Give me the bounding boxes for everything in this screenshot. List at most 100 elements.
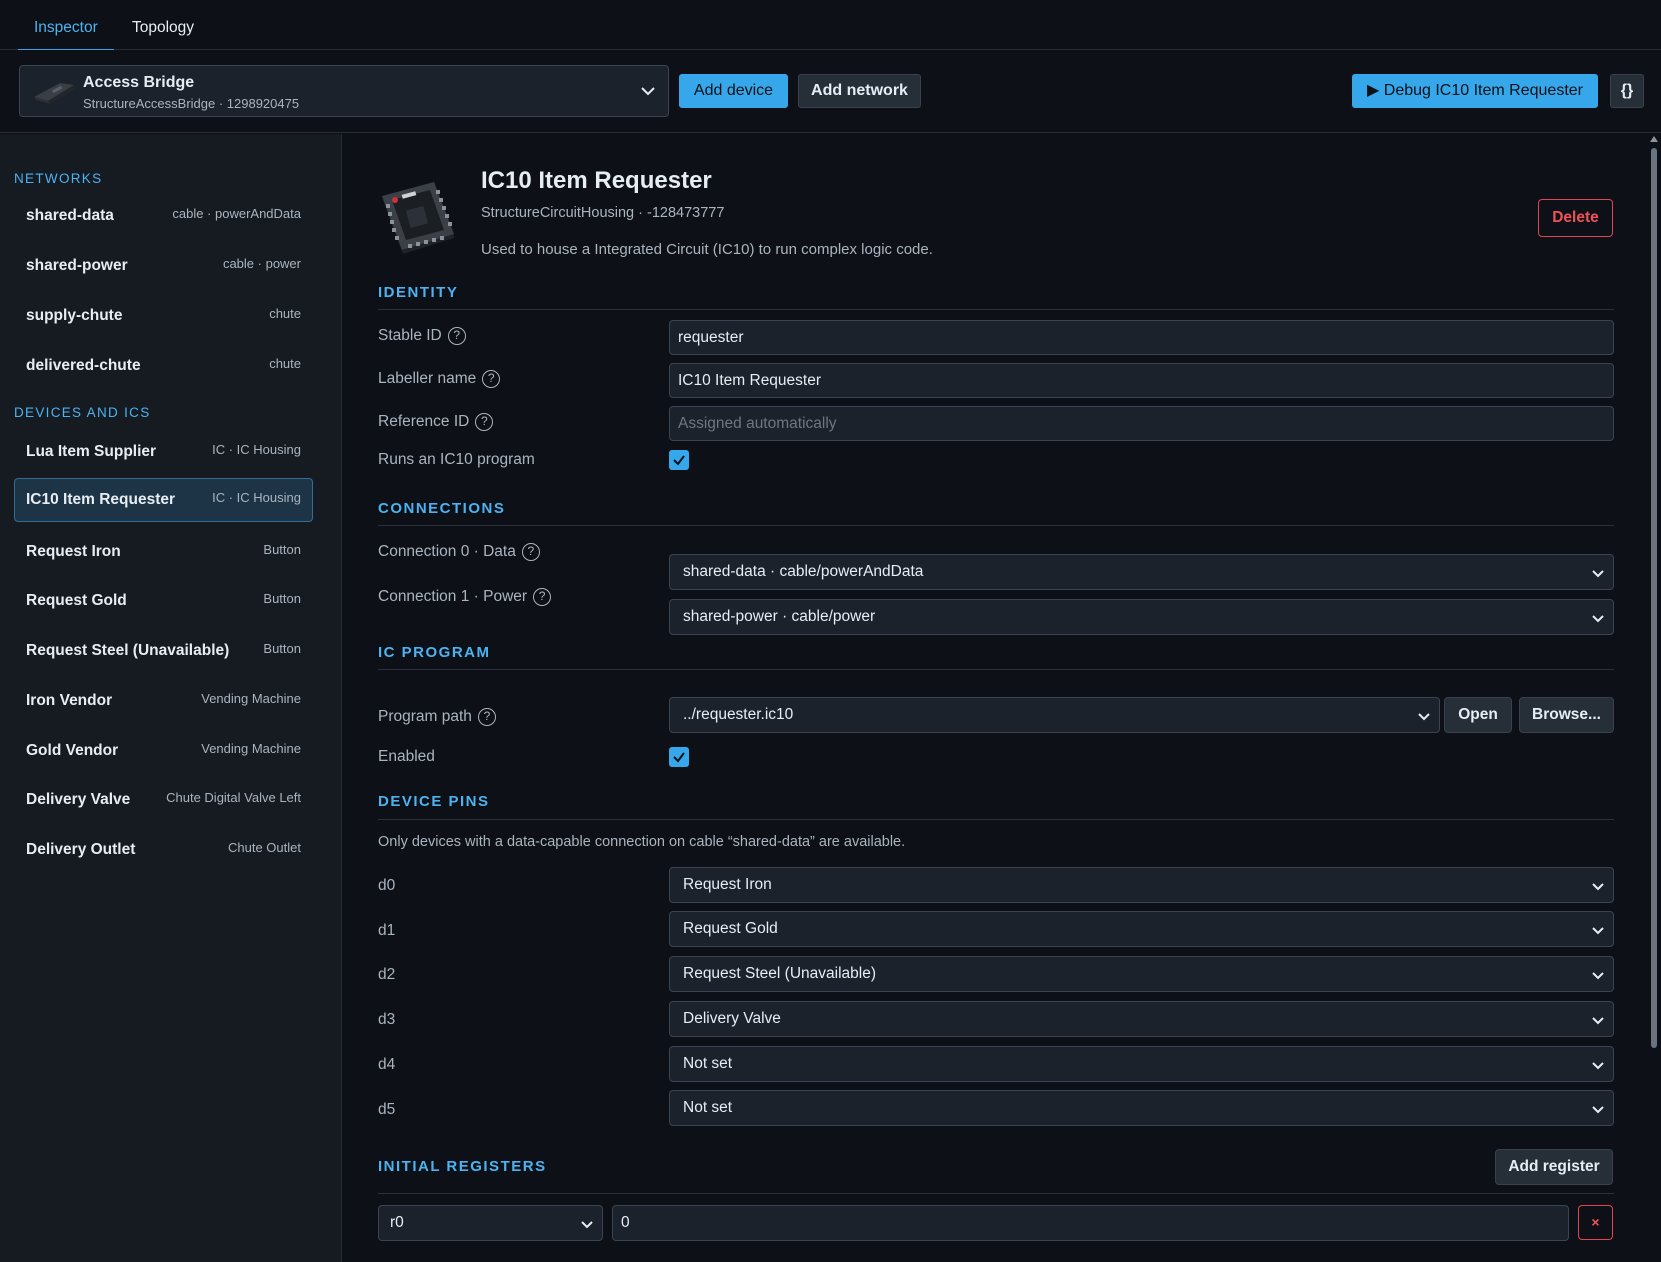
pin-d2-select[interactable]: Request Steel (Unavailable): [669, 956, 1614, 992]
sidebar-device-ic10-item-requester[interactable]: IC10 Item Requester IC · IC Housing: [14, 478, 313, 522]
network-name: shared-data: [26, 207, 114, 224]
register-select[interactable]: r0: [378, 1205, 603, 1241]
registers-divider: [378, 1193, 1614, 1194]
device-type: Chute Digital Valve Left: [166, 790, 301, 805]
json-view-button[interactable]: {}: [1610, 74, 1644, 108]
program-path-label: Program path?: [378, 708, 496, 726]
add-network-button[interactable]: Add network: [798, 74, 921, 108]
stable-id-input[interactable]: requester: [669, 320, 1614, 355]
sidebar-device-lua-item-supplier[interactable]: Lua Item Supplier IC · IC Housing: [14, 430, 313, 474]
scroll-up-arrow-icon[interactable]: [1650, 136, 1658, 142]
runs-ic10-checkbox[interactable]: [669, 450, 689, 470]
tab-inspector[interactable]: Inspector: [18, 0, 114, 51]
pin-d0-select[interactable]: Request Iron: [669, 867, 1614, 903]
sidebar-device-delivery-valve[interactable]: Delivery Valve Chute Digital Valve Left: [14, 778, 313, 822]
device-name: Request Steel (Unavailable): [26, 642, 230, 659]
pin-d1-label: d1: [378, 922, 396, 939]
program-path-select[interactable]: ../requester.ic10: [669, 697, 1440, 733]
help-icon[interactable]: ?: [521, 543, 540, 561]
sidebar-device-request-iron[interactable]: Request Iron Button: [14, 530, 313, 574]
device-pins-note: Only devices with a data-capable connect…: [378, 834, 906, 850]
delete-button[interactable]: Delete: [1538, 199, 1613, 237]
tab-topology[interactable]: Topology: [116, 0, 210, 50]
reference-id-input[interactable]: Assigned automatically: [669, 406, 1614, 441]
device-name: Delivery Valve: [26, 791, 131, 808]
reference-id-label: Reference ID?: [378, 413, 494, 431]
connection-0-select[interactable]: shared-data · cable/powerAndData: [669, 554, 1614, 590]
help-icon[interactable]: ?: [533, 588, 552, 606]
device-type: Button: [263, 591, 301, 606]
device-name: Request Iron: [26, 543, 121, 560]
help-icon[interactable]: ?: [447, 327, 466, 345]
device-type: Button: [263, 641, 301, 656]
help-icon[interactable]: ?: [477, 708, 496, 726]
sidebar-network-shared-data[interactable]: shared-data cable · powerAndData: [14, 194, 313, 238]
device-name: IC10 Item Requester: [26, 491, 176, 508]
device-selector[interactable]: Access Bridge StructureAccessBridge · 12…: [19, 65, 669, 117]
chevron-down-icon: [641, 87, 655, 96]
tab-bar: Inspector Topology: [0, 0, 1661, 51]
help-icon[interactable]: ?: [482, 370, 501, 388]
sidebar-device-gold-vendor[interactable]: Gold Vendor Vending Machine: [14, 729, 313, 773]
remove-register-button[interactable]: ×: [1578, 1205, 1613, 1240]
device-type: Chute Outlet: [228, 840, 301, 855]
sidebar-network-shared-power[interactable]: shared-power cable · power: [14, 244, 313, 288]
browse-program-button[interactable]: Browse...: [1519, 697, 1614, 733]
inspector-panel: IC10 Item Requester StructureCircuitHous…: [343, 134, 1661, 1262]
device-type: Vending Machine: [201, 691, 301, 706]
device-name: Request Gold: [26, 592, 127, 609]
circuit-housing-icon: [382, 182, 454, 254]
chevron-down-icon: [1592, 972, 1604, 980]
connection-1-select[interactable]: shared-power · cable/power: [669, 599, 1614, 635]
sidebar-device-delivery-outlet[interactable]: Delivery Outlet Chute Outlet: [14, 828, 313, 872]
chevron-down-icon: [1592, 1017, 1604, 1025]
ic-program-divider: [378, 669, 1614, 670]
debug-button[interactable]: ▶ Debug IC10 Item Requester: [1352, 74, 1598, 108]
add-register-button[interactable]: Add register: [1495, 1149, 1613, 1185]
network-type: chute: [269, 356, 301, 371]
labeller-name-input[interactable]: IC10 Item Requester: [669, 363, 1614, 398]
network-name: supply-chute: [26, 307, 123, 324]
sidebar-device-request-steel[interactable]: Request Steel (Unavailable) Button: [14, 629, 313, 673]
sidebar-device-iron-vendor[interactable]: Iron Vendor Vending Machine: [14, 679, 313, 723]
connection-0-label: Connection 0 · Data?: [378, 543, 540, 561]
network-type: cable · powerAndData: [172, 206, 301, 221]
chevron-down-icon: [581, 1221, 593, 1229]
check-icon: [673, 455, 685, 466]
chevron-down-icon: [1592, 883, 1604, 891]
enabled-label: Enabled: [378, 748, 435, 765]
pin-d5-label: d5: [378, 1101, 396, 1118]
ic-program-heading: IC PROGRAM: [378, 644, 491, 661]
scrollbar-thumb[interactable]: [1651, 148, 1657, 1048]
pin-d5-select[interactable]: Not set: [669, 1090, 1614, 1126]
device-name: Delivery Outlet: [26, 841, 136, 858]
connection-1-label: Connection 1 · Power?: [378, 588, 552, 606]
check-icon: [673, 752, 685, 763]
device-name: Iron Vendor: [26, 692, 113, 709]
device-type: Vending Machine: [201, 741, 301, 756]
open-program-button[interactable]: Open: [1444, 697, 1512, 733]
sidebar-device-request-gold[interactable]: Request Gold Button: [14, 579, 313, 623]
pin-d0-label: d0: [378, 877, 396, 894]
pin-d4-select[interactable]: Not set: [669, 1046, 1614, 1082]
network-type: chute: [269, 306, 301, 321]
sidebar-network-delivered-chute[interactable]: delivered-chute chute: [14, 344, 313, 388]
device-selector-name: Access Bridge: [83, 74, 195, 91]
toolbar: Access Bridge StructureAccessBridge · 12…: [0, 50, 1661, 133]
chevron-down-icon: [1592, 927, 1604, 935]
sidebar-network-supply-chute[interactable]: supply-chute chute: [14, 294, 313, 338]
device-name: Lua Item Supplier: [26, 443, 157, 460]
stable-id-label: Stable ID?: [378, 327, 466, 345]
register-value-input[interactable]: 0: [612, 1205, 1569, 1241]
pin-d1-select[interactable]: Request Gold: [669, 911, 1614, 947]
enabled-checkbox[interactable]: [669, 747, 689, 767]
help-icon[interactable]: ?: [475, 413, 494, 431]
pin-d2-label: d2: [378, 966, 396, 983]
main-scrollbar[interactable]: [1647, 134, 1661, 1262]
identity-heading: IDENTITY: [378, 284, 459, 301]
chevron-down-icon: [1592, 570, 1604, 578]
pin-d3-label: d3: [378, 1011, 396, 1028]
pin-d3-select[interactable]: Delivery Valve: [669, 1001, 1614, 1037]
add-device-button[interactable]: Add device: [679, 74, 788, 108]
chevron-down-icon: [1418, 713, 1430, 721]
